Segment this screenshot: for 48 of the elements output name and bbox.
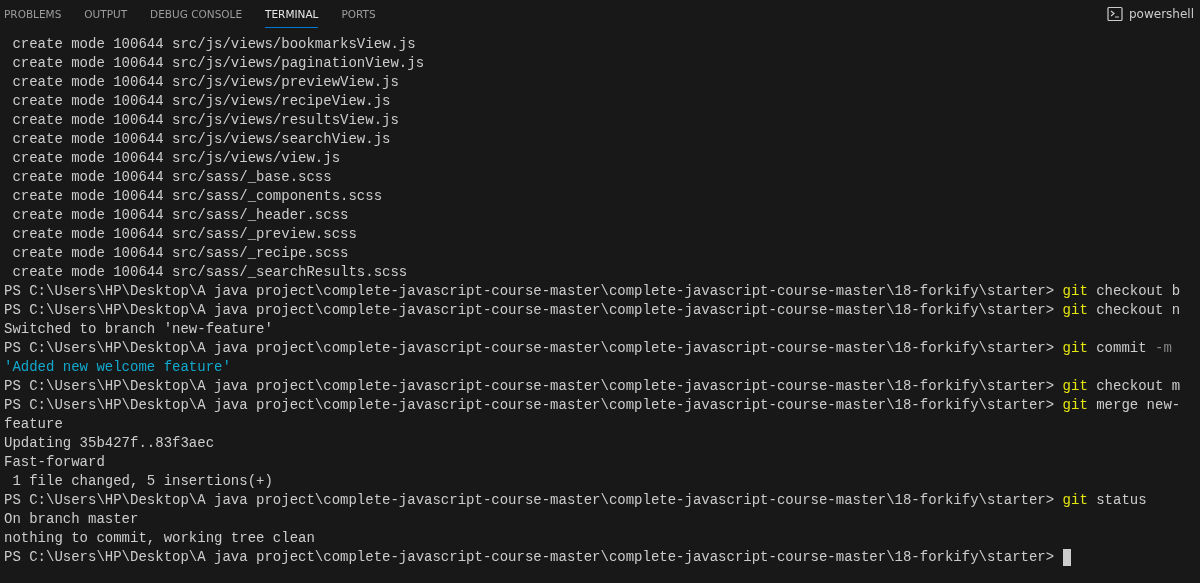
terminal-text: create mode 100644 src/js/views/resultsView.js xyxy=(11,111,399,130)
terminal-text: status xyxy=(1095,491,1147,510)
panel-tab[interactable]: TERMINAL xyxy=(265,0,319,28)
terminal-text: PS C:\Users\HP\Desktop\A java project\complete-javascript-course-master\complete-javascript-course-master\18-forkify\starter> xyxy=(4,301,1056,320)
string-text: 'Added new welcome feature' xyxy=(4,358,231,377)
terminal-text: create mode 100644 src/sass/_searchResults.scss xyxy=(11,263,408,282)
terminal-text: commit xyxy=(1095,339,1148,358)
panel-tab[interactable]: PORTS xyxy=(341,0,376,28)
terminal-text: Fast-forward xyxy=(4,453,105,472)
terminal-text: 1 file changed, 5 insertions(+) xyxy=(11,472,273,491)
terminal-text: create mode 100644 src/sass/_base.scss xyxy=(11,168,332,187)
command-text: git xyxy=(1062,491,1088,510)
command-text: git xyxy=(1062,282,1088,301)
terminal-text: create mode 100644 src/js/views/paginationView.js xyxy=(11,54,425,73)
terminal-text: create mode 100644 src/sass/_header.scss xyxy=(11,206,349,225)
terminal-text: PS C:\Users\HP\Desktop\A java project\complete-javascript-course-master\complete-javascript-course-master\18-forkify\starter> xyxy=(4,491,1056,510)
terminal-text: feature xyxy=(4,415,63,434)
terminal-text: PS C:\Users\HP\Desktop\A java project\complete-javascript-course-master\complete-javascript-course-master\18-forkify\starter> xyxy=(4,282,1056,301)
command-text: git xyxy=(1062,377,1088,396)
flag-text: -m xyxy=(1155,339,1172,358)
terminal-text: create mode 100644 src/sass/_components.scss xyxy=(11,187,383,206)
terminal-text: create mode 100644 src/js/views/searchView.js xyxy=(11,130,391,149)
panel-tab[interactable]: OUTPUT xyxy=(84,0,128,28)
terminal-text: create mode 100644 src/js/views/view.js xyxy=(11,149,341,168)
terminal-text: checkout m xyxy=(1095,377,1181,396)
terminal-text: PS C:\Users\HP\Desktop\A java project\complete-javascript-course-master\complete-javascript-course-master\18-forkify\starter> xyxy=(4,377,1056,396)
terminal-text: PS C:\Users\HP\Desktop\A java project\complete-javascript-course-master\complete-javascript-course-master\18-forkify\starter> xyxy=(4,396,1056,415)
shell-selector[interactable]: powershell xyxy=(1107,6,1196,22)
command-text: git xyxy=(1062,339,1088,358)
panel-tab[interactable]: PROBLEMS xyxy=(4,0,62,28)
terminal-text: Switched to branch 'new-feature' xyxy=(4,320,273,339)
terminal-text: create mode 100644 src/js/views/recipeView.js xyxy=(11,92,391,111)
terminal-text: PS C:\Users\HP\Desktop\A java project\complete-javascript-course-master\complete-javascript-course-master\18-forkify\starter> xyxy=(4,548,1056,567)
terminal-text: checkout n xyxy=(1095,301,1181,320)
terminal-text: PS C:\Users\HP\Desktop\A java project\complete-javascript-course-master\complete-javascript-course-master\18-forkify\starter> xyxy=(4,339,1056,358)
terminal-text: On branch master xyxy=(4,510,139,529)
terminal-text: create mode 100644 src/js/views/bookmarksView.js xyxy=(11,35,416,54)
terminal-text: nothing to commit, working tree clean xyxy=(4,529,315,548)
command-text: git xyxy=(1062,301,1088,320)
terminal-text: create mode 100644 src/sass/_recipe.scss xyxy=(11,244,349,263)
terminal-text: create mode 100644 src/js/views/previewView.js xyxy=(11,73,399,92)
panel-tab[interactable]: DEBUG CONSOLE xyxy=(150,0,243,28)
terminal-text: Updating 35b427f..83f3aec xyxy=(4,434,215,453)
terminal-icon xyxy=(1107,6,1123,22)
terminal-text: checkout b xyxy=(1095,282,1181,301)
terminal-text: merge new- xyxy=(1095,396,1181,415)
command-text: git xyxy=(1062,396,1088,415)
terminal-text: create mode 100644 src/sass/_preview.scss xyxy=(11,225,357,244)
